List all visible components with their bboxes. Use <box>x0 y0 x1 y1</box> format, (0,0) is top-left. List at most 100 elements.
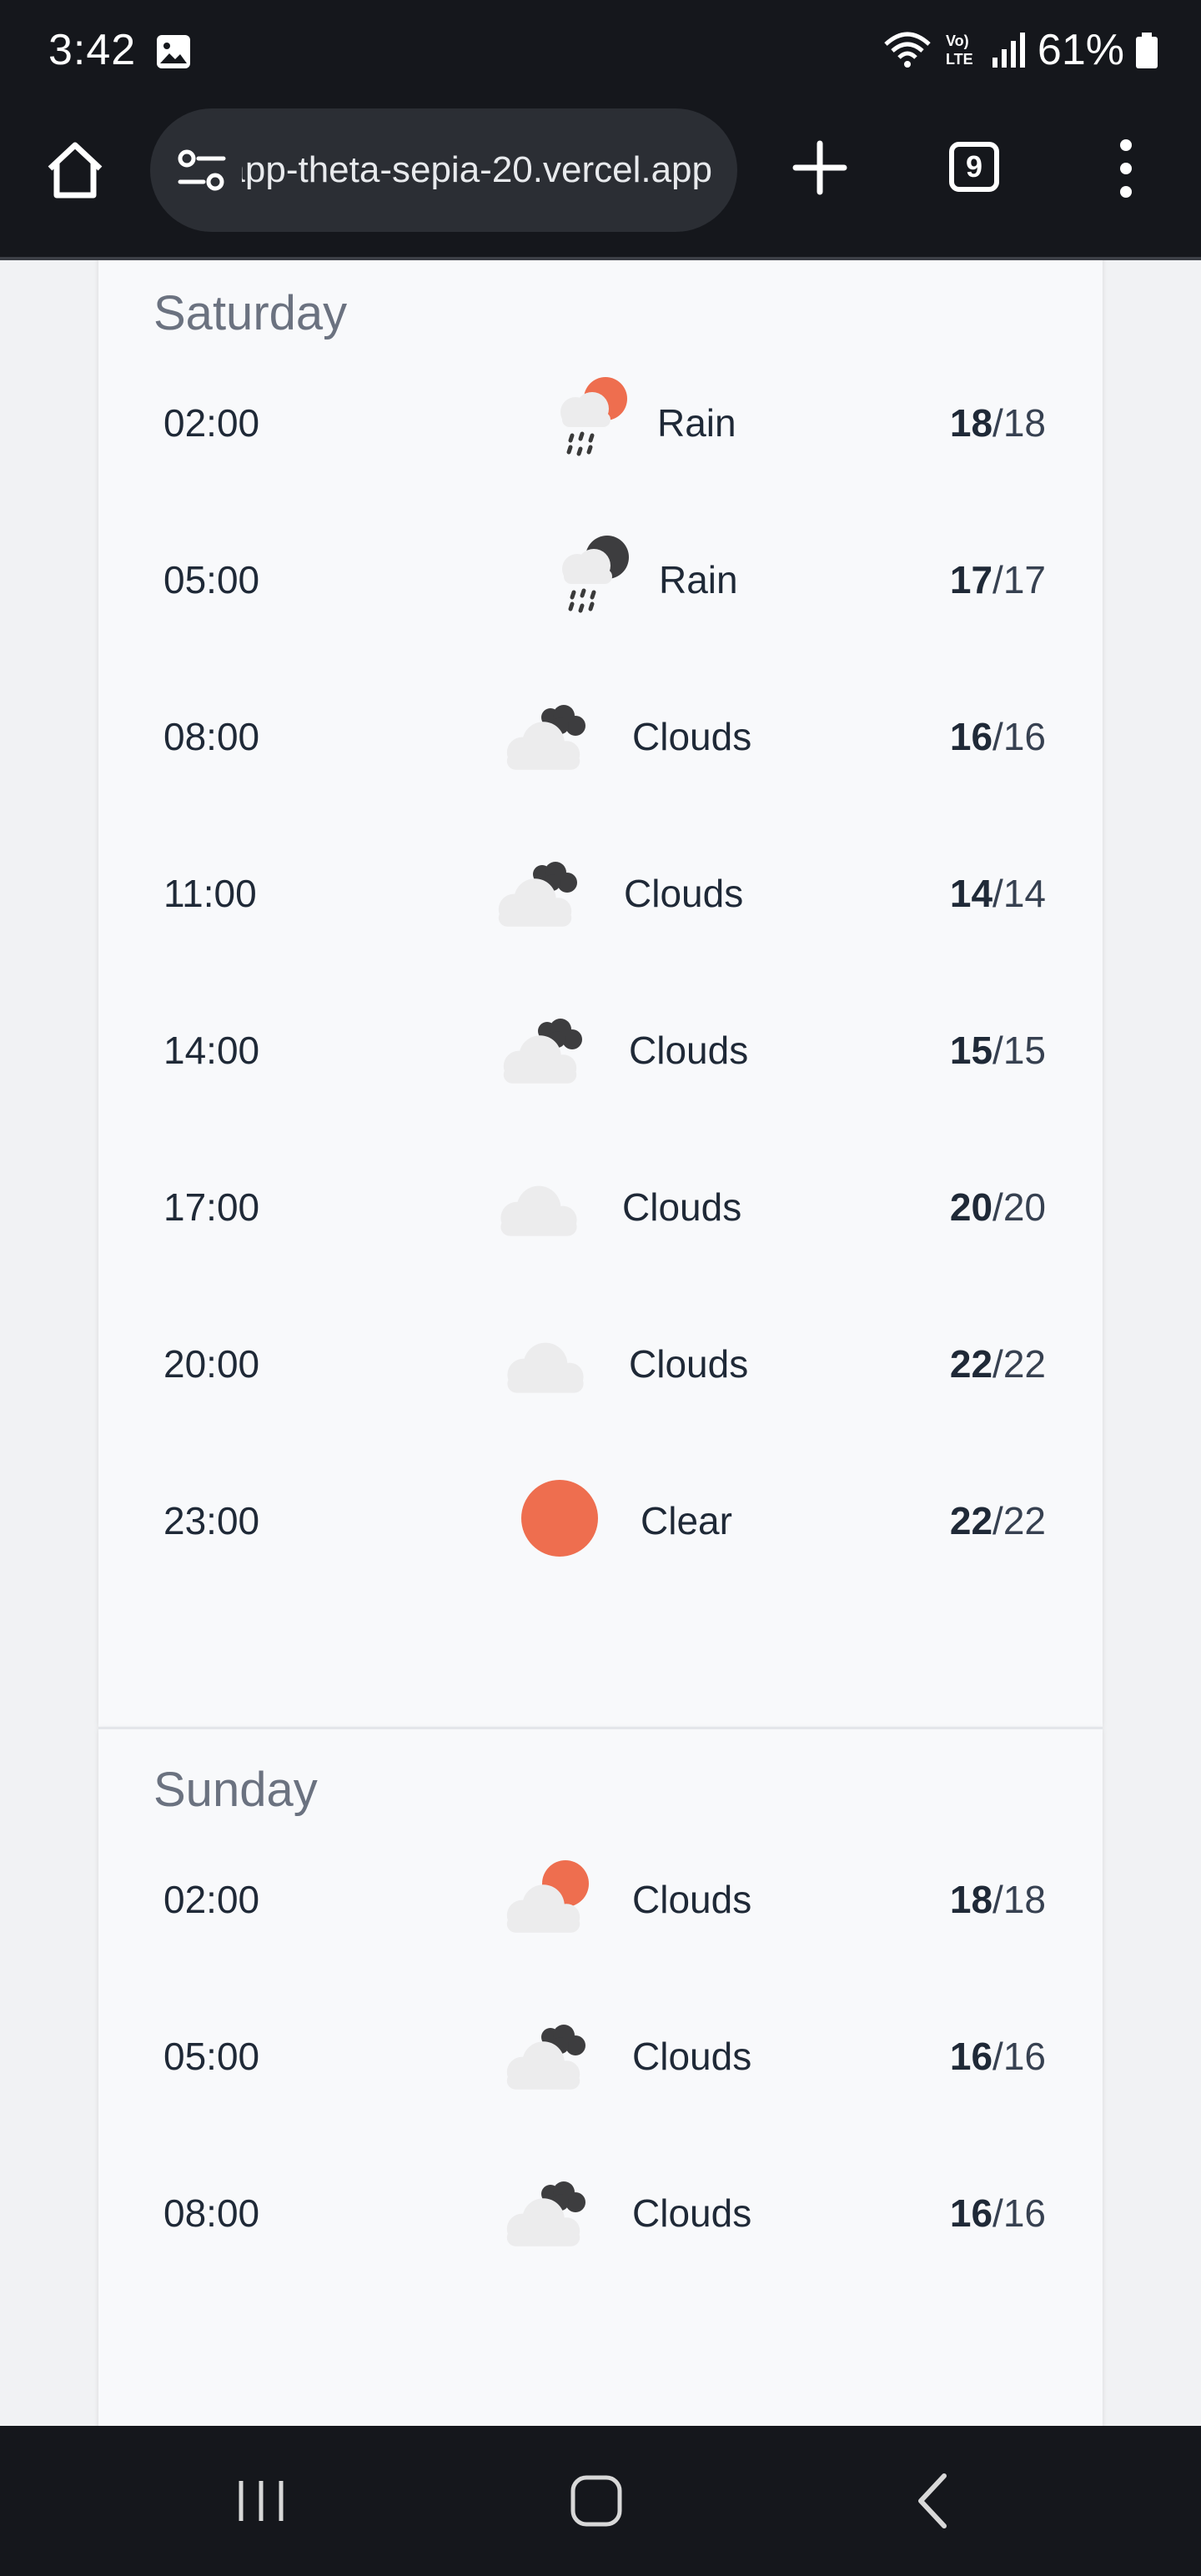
rain-day-icon <box>560 377 627 456</box>
forecast-row: 11:00 Clouds 14/14 <box>98 841 1103 941</box>
recent-apps-button[interactable] <box>228 2468 294 2534</box>
day-title: Sunday <box>153 1763 318 1817</box>
day-title: Saturday <box>153 286 348 340</box>
temperature-high: 16 <box>949 2035 993 2078</box>
forecast-temperature: 22/22 <box>950 1498 1046 1543</box>
forecast-time: 23:00 <box>163 1499 260 1542</box>
temperature-low: 20 <box>1003 1185 1046 1229</box>
cloud-icon <box>500 1185 577 1236</box>
temperature-high: 18 <box>949 1878 993 1921</box>
forecast-time: 02:00 <box>163 401 260 445</box>
home-nav-button[interactable] <box>563 2468 630 2534</box>
volte-icon: Vo) LTE <box>946 33 973 68</box>
forecast-row: 23:00 Clear 22/22 <box>98 1468 1103 1568</box>
forecast-condition: Rain <box>659 558 738 601</box>
temperature-low: 17 <box>1003 558 1046 601</box>
temperature-low: 18 <box>1003 401 1046 445</box>
temperature-high: 17 <box>949 558 993 601</box>
system-nav-bar <box>0 2426 1201 2576</box>
sun-icon <box>521 1480 598 1557</box>
temperature-separator: / <box>992 558 1003 601</box>
forecast-row: 02:00 Clouds 18/18 <box>98 1847 1103 1947</box>
forecast-row: 14:00 Clouds 15/15 <box>98 998 1103 1098</box>
temperature-high: 18 <box>949 401 993 445</box>
forecast-condition: Clouds <box>629 1029 749 1072</box>
card-divider <box>98 1727 1103 1729</box>
clouds-night-icon <box>506 2025 585 2090</box>
temperature-separator: / <box>992 401 1003 445</box>
forecast-row: 17:00 Clouds 20/20 <box>98 1155 1103 1255</box>
temperature-high: 16 <box>949 715 993 758</box>
forecast-time: 05:00 <box>163 2035 260 2078</box>
svg-text:Vo): Vo) <box>946 33 969 49</box>
forecast-temperature: 15/15 <box>950 1028 1046 1073</box>
page-content[interactable]: Saturday 02:00 Rain 18/18 05:00 Rain 17/17 08… <box>0 260 1201 2426</box>
forecast-row: 05:00 Rain 17/17 <box>98 527 1103 627</box>
temperature-separator: / <box>992 872 1003 915</box>
temperature-separator: / <box>992 715 1003 758</box>
forecast-time: 05:00 <box>163 558 260 601</box>
rain-night-icon <box>562 536 629 613</box>
forecast-temperature: 16/16 <box>950 2034 1046 2079</box>
battery-percentage: 61% <box>1037 26 1124 74</box>
new-tab-button[interactable] <box>791 138 849 197</box>
home-button[interactable] <box>42 137 108 204</box>
status-bar: 3:42 Vo) LTE 61% <box>0 0 1201 105</box>
site-settings-icon[interactable] <box>177 148 227 192</box>
forecast-condition: Clouds <box>622 1185 742 1229</box>
tab-switcher-button[interactable]: 9 <box>949 142 999 192</box>
forecast-temperature: 16/16 <box>950 2191 1046 2236</box>
forecast-row: 05:00 Clouds 16/16 <box>98 2004 1103 2104</box>
forecast-condition: Clouds <box>632 2035 752 2078</box>
temperature-low: 14 <box>1003 872 1046 915</box>
forecast-condition: Clear <box>641 1499 732 1542</box>
signal-icon <box>992 33 1025 68</box>
temperature-low: 22 <box>1003 1342 1046 1386</box>
forecast-condition: Rain <box>657 401 736 445</box>
temperature-separator: / <box>992 1342 1003 1386</box>
temperature-high: 22 <box>949 1499 993 1542</box>
more-menu-icon[interactable] <box>1109 135 1143 202</box>
tab-count: 9 <box>965 149 983 184</box>
address-bar[interactable]: https://weather-app-theta-sepia-20.verce… <box>150 108 737 232</box>
forecast-temperature: 17/17 <box>950 557 1046 602</box>
forecast-time: 14:00 <box>163 1029 260 1072</box>
clouds-night-icon <box>506 2181 585 2246</box>
temperature-separator: / <box>992 1029 1003 1072</box>
gallery-icon <box>157 35 190 68</box>
forecast-temperature: 20/20 <box>950 1185 1046 1230</box>
forecast-time: 08:00 <box>163 2191 260 2235</box>
forecast-day-card: Sunday 02:00 Clouds 18/18 05:00 Clouds 16/16… <box>98 1728 1103 2426</box>
forecast-time: 17:00 <box>163 1185 260 1229</box>
forecast-condition: Clouds <box>632 2191 752 2235</box>
forecast-day-card: Saturday 02:00 Rain 18/18 05:00 Rain 17/17 08… <box>98 260 1103 1727</box>
forecast-time: 02:00 <box>163 1878 260 1921</box>
battery-icon <box>1136 33 1158 68</box>
temperature-separator: / <box>992 1499 1003 1542</box>
forecast-time: 20:00 <box>163 1342 260 1386</box>
temperature-low: 16 <box>1003 2191 1046 2235</box>
status-icons: Vo) LTE 61% <box>882 25 1159 75</box>
temperature-high: 15 <box>949 1029 993 1072</box>
forecast-row: 20:00 Clouds 22/22 <box>98 1311 1103 1411</box>
forecast-row: 08:00 Clouds 16/16 <box>98 2161 1103 2261</box>
temperature-high: 22 <box>949 1342 993 1386</box>
temperature-separator: / <box>992 2035 1003 2078</box>
back-button[interactable] <box>901 2468 967 2534</box>
forecast-condition: Clouds <box>629 1342 749 1386</box>
forecast-condition: Clouds <box>632 715 752 758</box>
clouds-night-icon <box>498 862 577 927</box>
forecast-row: 02:00 Rain 18/18 <box>98 370 1103 470</box>
forecast-time: 11:00 <box>163 872 257 915</box>
forecast-time: 08:00 <box>163 715 260 758</box>
url-value: https://weather-app-theta-sepia-20.verce… <box>242 149 712 190</box>
forecast-temperature: 18/18 <box>950 400 1046 445</box>
svg-text:LTE: LTE <box>946 51 973 68</box>
temperature-separator: / <box>992 1878 1003 1921</box>
clouds-night-icon <box>506 705 585 770</box>
url-text[interactable]: https://weather-app-theta-sepia-20.verce… <box>242 108 712 232</box>
temperature-low: 16 <box>1003 2035 1046 2078</box>
temperature-low: 22 <box>1003 1499 1046 1542</box>
forecast-temperature: 14/14 <box>950 871 1046 916</box>
temperature-low: 15 <box>1003 1029 1046 1072</box>
